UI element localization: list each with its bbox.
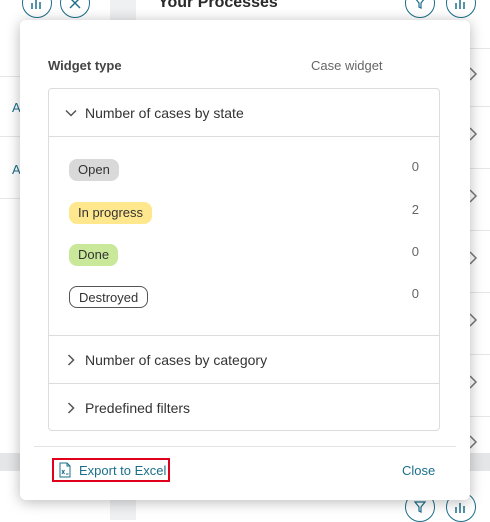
state-count: 2	[411, 202, 419, 217]
status-badge: Done	[69, 244, 119, 266]
state-count: 0	[411, 244, 419, 259]
status-badge: Open	[69, 159, 119, 181]
chevron-right-icon[interactable]	[468, 434, 484, 450]
export-label: Export to Excel	[79, 462, 167, 478]
state-count: 0	[411, 286, 419, 301]
widget-type-value: Case widget	[311, 58, 383, 73]
accordion-label: Number of cases by category	[85, 351, 268, 368]
chevron-right-icon[interactable]	[468, 312, 484, 328]
chevron-right-icon[interactable]	[468, 126, 484, 142]
widget-type-label: Widget type	[48, 58, 122, 73]
status-badge: Destroyed	[69, 286, 149, 308]
filter-icon[interactable]	[405, 0, 435, 18]
page-title: Your Processes	[158, 0, 278, 11]
close-button[interactable]: Close	[402, 463, 435, 478]
case-accordion: Number of cases by state Open 0 In progr…	[48, 88, 440, 431]
chevron-right-icon[interactable]	[468, 374, 484, 390]
chevron-right-icon[interactable]	[468, 250, 484, 266]
accordion-header-by-category[interactable]: Number of cases by category	[49, 336, 439, 383]
state-row-done: Done 0	[69, 244, 419, 268]
status-badge: In progress	[69, 202, 153, 224]
excel-file-icon	[59, 462, 71, 478]
chevron-right-icon[interactable]	[468, 188, 484, 204]
accordion-divider	[49, 136, 439, 137]
export-to-excel-button[interactable]: Export to Excel	[52, 458, 170, 482]
chevron-right-icon	[63, 400, 79, 416]
state-count: 0	[411, 159, 419, 174]
state-row-open: Open 0	[69, 159, 419, 183]
chevron-right-icon[interactable]	[468, 66, 484, 82]
accordion-label: Number of cases by state	[85, 104, 244, 121]
widget-info-dialog: Widget type Case widget Number of cases …	[20, 20, 470, 500]
chart-icon[interactable]	[446, 0, 476, 18]
widget-type-row: Widget type Case widget	[48, 58, 386, 74]
chevron-right-icon	[63, 352, 79, 368]
state-row-in-progress: In progress 2	[69, 202, 419, 226]
chevron-down-icon	[63, 105, 79, 121]
state-row-destroyed: Destroyed 0	[69, 286, 419, 310]
accordion-label: Predefined filters	[85, 399, 191, 416]
accordion-header-by-state[interactable]: Number of cases by state	[49, 89, 439, 136]
accordion-header-predefined-filters[interactable]: Predefined filters	[49, 384, 439, 431]
footer-divider	[34, 446, 456, 447]
